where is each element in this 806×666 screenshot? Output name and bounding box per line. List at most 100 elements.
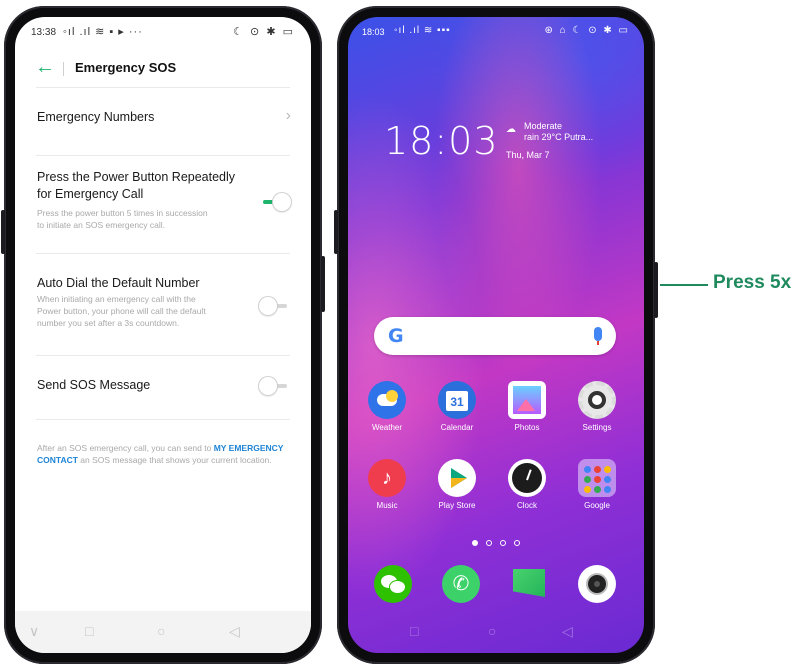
nav-back-button[interactable]: ◁ <box>229 623 240 640</box>
status-time: 18:03 <box>362 27 385 37</box>
weather-line2: rain 29°C Putra... <box>524 132 594 142</box>
back-arrow-icon[interactable]: ← <box>35 56 55 79</box>
calendar-app-label: Calendar <box>440 423 474 432</box>
page-dot[interactable] <box>486 540 492 546</box>
google-logo-icon: G <box>388 325 404 347</box>
page-dot[interactable] <box>500 540 506 546</box>
nav-back-button[interactable]: ◁ <box>562 623 573 640</box>
page-title: Emergency SOS <box>75 60 177 75</box>
power-button-sos-title: Press the Power Button Repeatedly for Em… <box>37 169 235 203</box>
footer-text-part2: an SOS message that shows your current l… <box>77 455 272 465</box>
annotation-pointer-line <box>660 284 708 286</box>
settings-app[interactable]: Settings <box>572 381 622 432</box>
power-button <box>654 262 658 318</box>
auto-dial-toggle[interactable] <box>259 297 291 315</box>
send-sos-message-item: Send SOS Message <box>15 373 311 403</box>
toggle-knob <box>273 193 291 211</box>
auto-dial-item: Auto Dial the Default Number When initia… <box>15 271 311 351</box>
status-right-icons: ⊛ ⌂ ☾ ⊙ ✱ ▭ <box>544 25 630 36</box>
home-screen: 18:03 ◦ıl .ıl ≋ ▪▪▪ ⊛ ⌂ ☾ ⊙ ✱ ▭ 18:03 ☁ … <box>348 17 644 653</box>
power-button-sos-desc-line1: Press the power button 5 times in succes… <box>37 208 208 218</box>
footer-text-part1: After an SOS emergency call, you can sen… <box>37 443 214 453</box>
divider <box>63 62 64 76</box>
wechat-app[interactable] <box>368 565 418 603</box>
calendar-day-number: 31 <box>446 391 468 411</box>
phone-right: 18:03 ◦ıl .ıl ≋ ▪▪▪ ⊛ ⌂ ☾ ⊙ ✱ ▭ 18:03 ☁ … <box>334 6 658 664</box>
divider <box>36 253 290 254</box>
auto-dial-desc-line1: When initiating an emergency call with t… <box>37 294 196 304</box>
clock-widget[interactable]: 18:03 <box>384 119 499 163</box>
clock-app-label: Clock <box>516 501 537 510</box>
chevron-right-icon: › <box>285 107 291 124</box>
nav-recents-button[interactable]: □ <box>85 623 93 639</box>
status-signal-icons: ◦ıl .ıl ≋ ▪ ▸ ··· <box>63 26 143 38</box>
calendar-app[interactable]: 31 Calendar <box>432 381 482 432</box>
status-bar: 13:38 ◦ıl .ıl ≋ ▪ ▸ ··· ☾ ⊙ ✱ ▭ <box>15 17 311 47</box>
power-button <box>321 256 325 312</box>
status-right-icons: ☾ ⊙ ✱ ▭ <box>233 26 295 38</box>
photos-app[interactable]: Photos <box>502 381 552 432</box>
divider <box>36 87 290 88</box>
nav-menu-button[interactable]: ∨ <box>29 623 39 640</box>
send-sos-message-title: Send SOS Message <box>37 378 151 392</box>
settings-screen: 13:38 ◦ıl .ıl ≋ ▪ ▸ ··· ☾ ⊙ ✱ ▭ ← Emerge… <box>15 17 311 653</box>
phone-left: 13:38 ◦ıl .ıl ≋ ▪ ▸ ··· ☾ ⊙ ✱ ▭ ← Emerge… <box>1 6 325 664</box>
power-button-sos-title-line2: for Emergency Call <box>37 187 144 201</box>
power-button-sos-toggle[interactable] <box>259 193 291 211</box>
navigation-bar: ∨ □ ○ ◁ <box>15 611 311 653</box>
music-app-label: Music <box>376 501 398 510</box>
emergency-numbers-item[interactable]: Emergency Numbers › <box>15 97 311 141</box>
power-button-sos-desc-line2: to initiate an SOS emergency call. <box>37 220 166 230</box>
music-app-icon: ♪ <box>368 459 406 497</box>
page-dot[interactable] <box>514 540 520 546</box>
play-store-app-icon <box>438 459 476 497</box>
music-app[interactable]: ♪ Music <box>362 459 412 510</box>
auto-dial-desc-line2: Power button, your phone will call the d… <box>37 306 206 316</box>
navigation-bar: □ ○ ◁ <box>348 613 644 653</box>
divider <box>36 155 290 156</box>
divider <box>36 355 290 356</box>
google-search-bar[interactable]: G <box>374 317 616 355</box>
phone-app[interactable]: ✆ <box>436 565 486 603</box>
play-store-app[interactable]: Play Store <box>432 459 482 510</box>
weather-app[interactable]: Weather <box>362 381 412 432</box>
divider <box>36 419 290 420</box>
play-store-app-label: Play Store <box>438 501 476 510</box>
power-button-sos-title-line1: Press the Power Button Repeatedly <box>37 170 236 184</box>
app-bar: ← Emergency SOS <box>15 54 311 84</box>
messages-app[interactable] <box>504 565 554 603</box>
auto-dial-description: When initiating an emergency call with t… <box>37 293 242 329</box>
emergency-numbers-label: Emergency Numbers <box>37 110 155 124</box>
mic-icon[interactable] <box>594 327 602 345</box>
volume-button <box>1 210 5 254</box>
annotation-label: Press 5x <box>713 272 792 293</box>
send-sos-message-toggle[interactable] <box>259 377 291 395</box>
calendar-app-icon: 31 <box>438 381 476 419</box>
auto-dial-desc-line3: number you set after a 3s countdown. <box>37 318 180 328</box>
status-bar: 18:03 ◦ıl .ıl ≋ ▪▪▪ ⊛ ⌂ ☾ ⊙ ✱ ▭ <box>348 17 644 43</box>
volume-button <box>334 210 338 254</box>
clock-app[interactable]: Clock <box>502 459 552 510</box>
weather-line1: Moderate <box>524 121 563 131</box>
photos-app-label: Photos <box>514 423 540 432</box>
phone-app-icon: ✆ <box>442 565 480 603</box>
settings-app-label: Settings <box>582 423 612 432</box>
page-dot[interactable] <box>472 540 478 546</box>
power-button-sos-item: Press the Power Button Repeatedly for Em… <box>15 167 311 247</box>
google-folder-icon <box>578 459 616 497</box>
sos-footer-note: After an SOS emergency call, you can sen… <box>37 442 292 466</box>
cloud-icon: ☁ <box>506 124 516 135</box>
auto-dial-title: Auto Dial the Default Number <box>37 276 200 290</box>
wechat-app-icon <box>374 565 412 603</box>
power-button-sos-description: Press the power button 5 times in succes… <box>37 207 242 231</box>
toggle-knob <box>259 297 277 315</box>
nav-recents-button[interactable]: □ <box>410 623 418 639</box>
status-left-icons: ◦ıl .ıl ≋ ▪▪▪ <box>394 25 451 36</box>
nav-home-button[interactable]: ○ <box>157 623 165 639</box>
google-folder-label: Google <box>584 501 610 510</box>
nav-home-button[interactable]: ○ <box>488 623 496 639</box>
camera-app[interactable] <box>572 565 622 603</box>
toggle-knob <box>259 377 277 395</box>
google-folder[interactable]: Google <box>572 459 622 510</box>
camera-app-icon <box>578 565 616 603</box>
